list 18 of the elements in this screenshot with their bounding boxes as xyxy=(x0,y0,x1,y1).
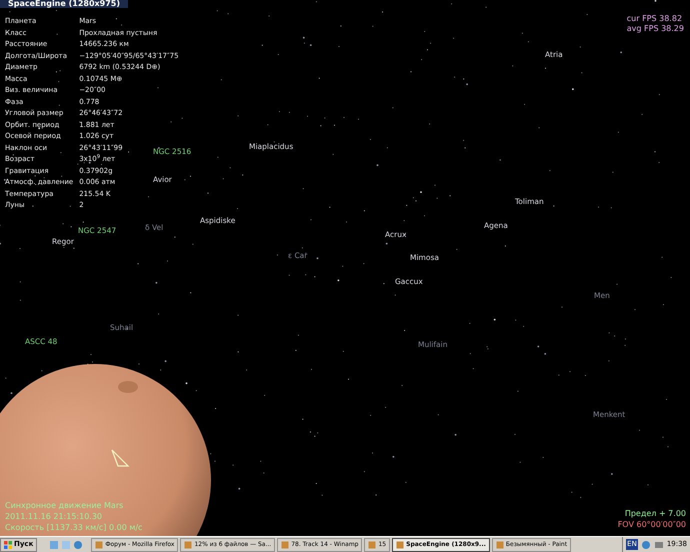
magnitude-limit: Предел + 7.00 xyxy=(624,508,686,519)
tray-icon[interactable] xyxy=(640,540,651,550)
quick-launch-icon[interactable] xyxy=(49,540,60,550)
status-line: Скорость [1137.33 км/с] 0.00 м/с xyxy=(5,522,142,533)
status-line: Синхронное движение Mars xyxy=(5,500,124,511)
app-icon xyxy=(496,540,504,548)
app-icon xyxy=(396,540,404,548)
tray-icon[interactable] xyxy=(654,540,664,550)
windows-logo-icon xyxy=(4,540,12,548)
window-title: SpaceEngine (1280x975) xyxy=(0,0,128,8)
app-icon xyxy=(95,540,104,548)
app-icon xyxy=(184,540,192,548)
status-line: 2011.11.16 21:15:10.30 xyxy=(5,511,103,522)
fov-readout: FOV 60°00′00″00 xyxy=(618,519,686,530)
fps-readout: avg FPS 38.29 xyxy=(626,24,684,34)
fps-readout: cur FPS 38.82 xyxy=(626,14,684,24)
app-icon xyxy=(281,540,290,548)
app-icon xyxy=(368,540,376,548)
